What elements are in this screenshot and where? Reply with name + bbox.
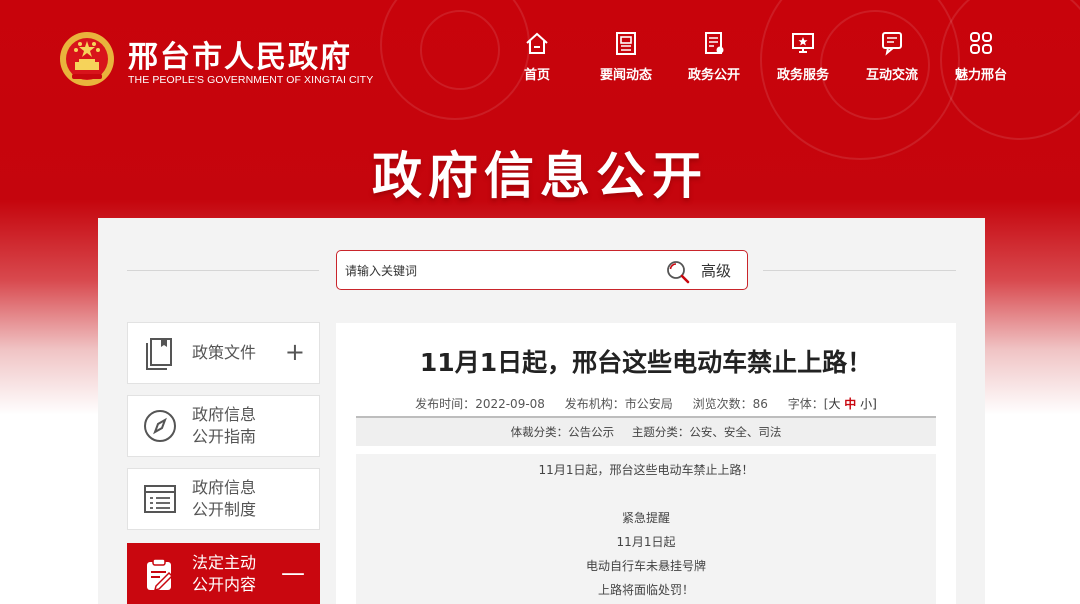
nav-charm-xingtai-label: 魅力邢台 [954,68,1007,83]
grid-icon [970,32,992,54]
views-value: 86 [752,397,768,411]
main-nav: 首页 要闻动态 政务公开 政务服务 互动交流 魅力邢台 [0,30,1080,90]
sidebar-item-disclosure-system[interactable]: 政府信息 公开制度 [127,468,320,530]
sidebar-item-label: 政策文件 [192,343,257,362]
divider-line [763,270,956,271]
nav-home[interactable]: 首页 [501,30,573,90]
compass-icon [144,410,176,442]
publisher-value: 市公安局 [624,397,673,411]
article: 11月1日起，邢台这些电动车禁止上路！ 发布时间：2022-09-08 发布机构… [336,323,956,604]
topic-label: 主题分类： [631,425,690,439]
publisher: 发布机构：市公安局 [565,397,673,411]
publisher-label: 发布机构： [564,397,625,411]
article-classification: 体裁分类：公告公示 主题分类：公安、安全、司法 [356,418,936,446]
nav-gov-open[interactable]: 政务公开 [678,30,750,90]
topic-value: 公安、安全、司法 [689,425,782,439]
sidebar-item-label: 政府信息 [192,478,257,497]
views-label: 浏览次数： [692,397,753,411]
service-monitor-icon [792,33,814,53]
search-input[interactable] [345,261,655,281]
nav-gov-service[interactable]: 政务服务 [767,30,839,90]
policy-document-icon [146,338,172,370]
nav-home-label: 首页 [523,68,550,83]
nav-news-label: 要闻动态 [599,68,652,83]
font-size-large-button[interactable]: 大 [828,397,840,411]
font-size-medium-button[interactable]: 中 [844,397,856,411]
page-hero-title: 政府信息公开 [372,147,708,205]
sidebar-item-label: 公开内容 [192,575,257,594]
nav-interaction-label: 互动交流 [865,68,918,83]
publish-time-label: 发布时间： [415,397,476,411]
article-meta: 发布时间：2022-09-08 发布机构：市公安局 浏览次数：86 字体：[大 … [336,395,956,412]
home-icon [526,32,548,54]
body-paragraph: 上路将面临处罚！ [597,583,694,597]
sidebar-item-label: 公开制度 [192,500,257,519]
publish-time-value: 2022-09-08 [475,397,545,411]
sidebar-item-policy-documents[interactable]: 政策文件 + [127,322,320,384]
nav-gov-open-label: 政务公开 [687,68,740,83]
genre-label: 体裁分类： [510,425,569,439]
clipboard-edit-icon [147,558,174,592]
topic: 主题分类：公安、安全、司法 [632,425,782,439]
publish-time: 发布时间：2022-09-08 [415,397,545,411]
divider-line [127,270,319,271]
body-paragraph: 紧急提醒 [621,511,670,525]
expand-toggle[interactable]: + [285,337,305,367]
article-title: 11月1日起，邢台这些电动车禁止上路！ [419,348,873,377]
body-paragraph: 11月1日起，邢台这些电动车禁止上路！ [538,463,754,477]
list-icon [144,485,176,513]
content-panel: 高级 政策文件 + 政府信息 公开指南 政府信息 公开制度 [98,218,985,604]
genre-value: 公告公示 [568,425,615,439]
body-paragraph: 11月1日起 [616,535,676,549]
font-size-label: 字体：[ [787,397,829,411]
view-count: 浏览次数：86 [693,397,768,411]
sidebar-item-label: 政府信息 [192,405,257,424]
nav-news[interactable]: 要闻动态 [590,30,662,90]
genre: 体裁分类：公告公示 [511,425,615,439]
body-paragraph: 电动自行车未悬挂号牌 [585,559,706,573]
advanced-search-button[interactable]: 高级 [701,260,731,281]
newspaper-icon [616,32,636,55]
sidebar-item-statutory-disclosure[interactable]: 法定主动 公开内容 — [127,543,320,604]
nav-interaction[interactable]: 互动交流 [856,30,928,90]
sidebar-item-disclosure-guide[interactable]: 政府信息 公开指南 [127,395,320,457]
chat-icon [882,32,902,56]
collapse-toggle[interactable]: — [281,558,305,588]
font-size-switcher: 字体：[大 中 小] [788,397,877,411]
search-box: 高级 [336,250,748,290]
document-icon [705,32,724,54]
sidebar-item-label: 法定主动 [192,553,257,572]
sidebar-item-label: 公开指南 [192,427,257,446]
nav-charm-xingtai[interactable]: 魅力邢台 [945,30,1017,90]
body-paragraph [356,482,936,506]
article-body: 11月1日起，邢台这些电动车禁止上路！ 紧急提醒 11月1日起 电动自行车未悬挂… [356,454,936,604]
nav-gov-service-label: 政务服务 [776,68,829,83]
font-size-small-button[interactable]: 小] [860,397,877,411]
search-icon[interactable] [665,259,691,285]
